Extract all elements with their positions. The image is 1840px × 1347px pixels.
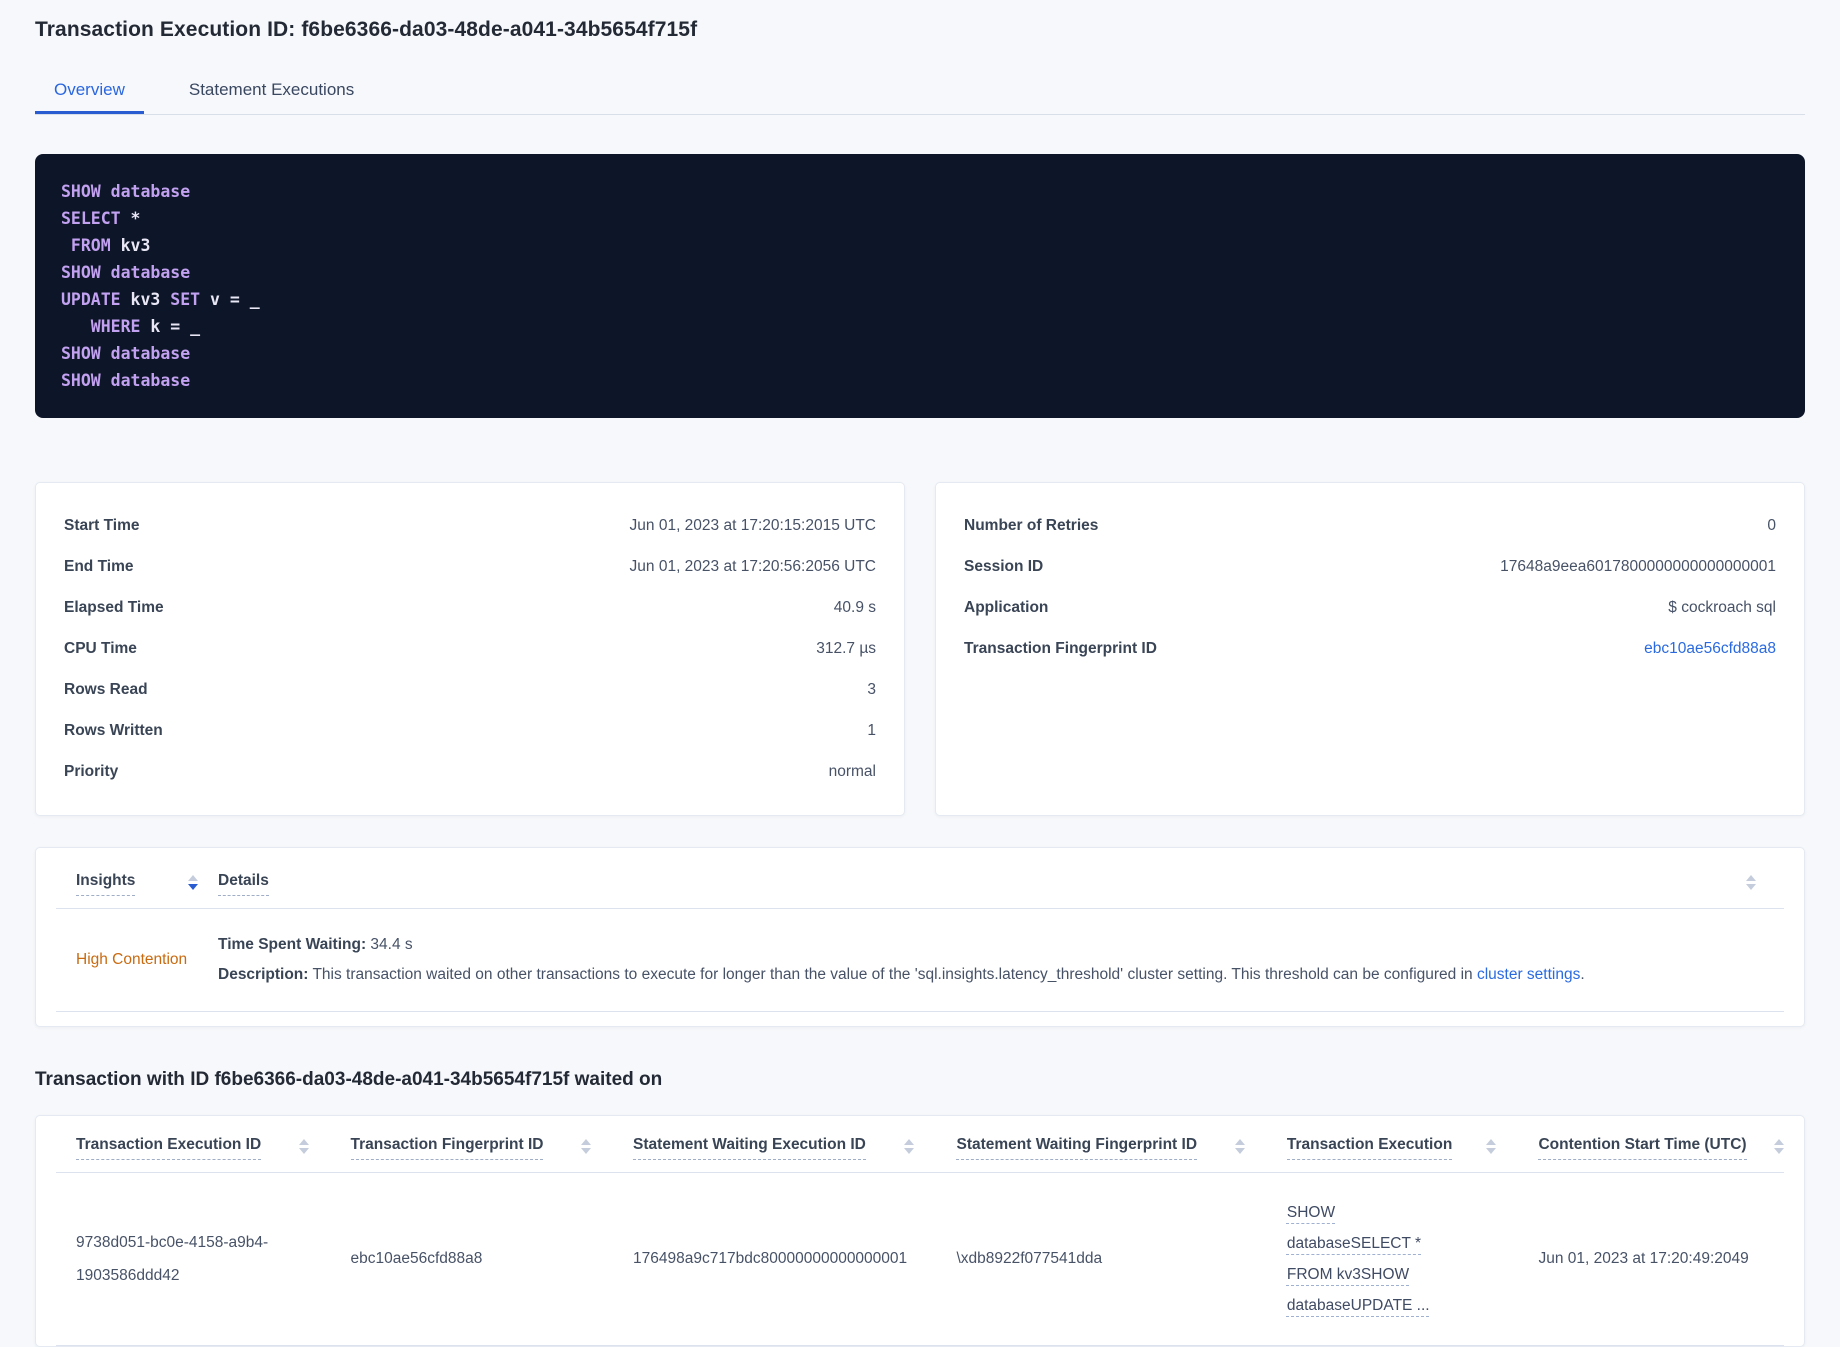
sql-line: SHOW database — [61, 344, 191, 363]
cell-transaction-fingerprint-id: ebc10ae56cfd88a8 — [350, 1250, 483, 1267]
cell-transaction-execution: SHOW databaseSELECT * FROM kv3SHOW datab… — [1267, 1197, 1519, 1321]
kv-value: $ cockroach sql — [1668, 598, 1776, 616]
insight-description: Description: This transaction waited on … — [218, 966, 1585, 983]
divider — [56, 1345, 1784, 1346]
kv-label: Rows Read — [64, 680, 148, 698]
sql-line: SELECT * — [61, 209, 141, 228]
sql-line: UPDATE kv3 SET v = _ — [61, 290, 260, 309]
page-title: Transaction Execution ID: f6be6366-da03-… — [35, 18, 698, 41]
session-summary-card: Number of Retries 0 Session ID 17648a9ee… — [935, 482, 1805, 816]
kv-value: 312.7 µs — [816, 639, 876, 657]
insights-column-label: Insights — [76, 872, 136, 896]
sql-statements-box: SHOW database SELECT * FROM kv3 SHOW dat… — [35, 154, 1805, 418]
column-label: Statement Waiting Execution ID — [633, 1136, 866, 1160]
transaction-fingerprint-id-link[interactable]: ebc10ae56cfd88a8 — [1644, 640, 1776, 658]
kv-label: Transaction Fingerprint ID — [964, 639, 1157, 657]
col-header-statement-waiting-execution-id[interactable]: Statement Waiting Execution ID — [613, 1136, 936, 1160]
insights-table-header: Insights Details — [56, 848, 1784, 908]
sort-icon[interactable] — [1774, 1139, 1784, 1154]
cell-transaction-execution-id: 9738d051-bc0e-4158-a9b4-1903586ddd42 — [76, 1234, 269, 1284]
kv-value: Jun 01, 2023 at 17:20:56:2056 UTC — [629, 557, 876, 575]
kv-row-rows-read: Rows Read 3 — [64, 669, 876, 710]
insight-type-cell: High Contention — [56, 951, 198, 969]
insights-card: Insights Details High Contention Time Sp… — [35, 847, 1805, 1027]
kv-label: Elapsed Time — [64, 598, 164, 616]
kv-value: 40.9 s — [833, 598, 876, 616]
column-label: Transaction Fingerprint ID — [350, 1136, 544, 1160]
kv-row-number-of-retries: Number of Retries 0 — [964, 505, 1776, 546]
kv-row-priority: Priority normal — [64, 751, 876, 792]
col-header-contention-start-time[interactable]: Contention Start Time (UTC) — [1518, 1136, 1784, 1160]
transaction-details-page: Transaction Execution ID: f6be6366-da03-… — [0, 0, 1840, 1347]
cell-statement-waiting-fingerprint-id: \xdb8922f077541dda — [956, 1250, 1103, 1267]
tab-bar: Overview Statement Executions — [35, 68, 1805, 115]
divider — [56, 1011, 1784, 1012]
cell-contention-start-time: Jun 01, 2023 at 17:20:49:2049 — [1538, 1250, 1749, 1267]
transaction-execution-link[interactable]: SHOW databaseSELECT * FROM kv3SHOW datab… — [1287, 1197, 1455, 1321]
execution-summary-card: Start Time Jun 01, 2023 at 17:20:15:2015… — [35, 482, 905, 816]
column-label: Transaction Execution — [1286, 1136, 1453, 1160]
insight-row: High Contention Time Spent Waiting: 34.4… — [56, 909, 1784, 1011]
details-column-label: Details — [218, 872, 269, 896]
kv-row-elapsed-time: Elapsed Time 40.9 s — [64, 587, 876, 628]
kv-row-end-time: End Time Jun 01, 2023 at 17:20:56:2056 U… — [64, 546, 876, 587]
column-label: Contention Start Time (UTC) — [1538, 1136, 1747, 1160]
insights-column-header[interactable]: Insights — [56, 872, 198, 896]
kv-label: Priority — [64, 762, 119, 780]
kv-value: Jun 01, 2023 at 17:20:15:2015 UTC — [629, 516, 876, 534]
sort-icon[interactable] — [904, 1139, 915, 1154]
tab-overview[interactable]: Overview — [35, 68, 144, 114]
col-header-transaction-fingerprint-id[interactable]: Transaction Fingerprint ID — [331, 1136, 614, 1160]
sql-line: FROM kv3 — [61, 236, 151, 255]
kv-value: 1 — [867, 721, 876, 739]
sort-icon[interactable] — [1746, 875, 1756, 890]
kv-value: 0 — [1767, 516, 1776, 534]
sort-icon[interactable] — [581, 1139, 592, 1154]
waited-table-row: 9738d051-bc0e-4158-a9b4-1903586ddd42 ebc… — [56, 1173, 1784, 1345]
sort-icon[interactable] — [1486, 1139, 1497, 1154]
high-contention-badge: High Contention — [76, 951, 188, 968]
kv-label: CPU Time — [64, 639, 137, 657]
sql-line: SHOW database — [61, 182, 191, 201]
cell-statement-waiting-execution-id: 176498a9c717bdc80000000000000001 — [633, 1250, 908, 1267]
kv-label: Number of Retries — [964, 516, 1099, 534]
time-spent-waiting: Time Spent Waiting: 34.4 s — [218, 936, 413, 953]
kv-label: Start Time — [64, 516, 140, 534]
col-header-statement-waiting-fingerprint-id[interactable]: Statement Waiting Fingerprint ID — [936, 1136, 1266, 1160]
kv-row-cpu-time: CPU Time 312.7 µs — [64, 628, 876, 669]
tab-statement-executions-label: Statement Executions — [188, 79, 355, 99]
kv-value: normal — [828, 762, 876, 780]
tab-statement-executions[interactable]: Statement Executions — [170, 68, 373, 114]
waited-on-table-card: Transaction Execution ID Transaction Fin… — [35, 1115, 1805, 1347]
tab-overview-label: Overview — [54, 79, 125, 99]
kv-value: 17648a9eea6017800000000000000001 — [1500, 557, 1776, 575]
kv-row-start-time: Start Time Jun 01, 2023 at 17:20:15:2015… — [64, 505, 876, 546]
cluster-settings-link[interactable]: cluster settings — [1477, 966, 1580, 983]
kv-value: 3 — [867, 680, 876, 698]
col-header-transaction-execution[interactable]: Transaction Execution — [1267, 1136, 1519, 1160]
sort-desc-icon[interactable] — [188, 875, 198, 890]
insight-details-cell: Time Spent Waiting: 34.4 s Description: … — [198, 930, 1784, 990]
details-column-header[interactable]: Details — [198, 872, 1784, 896]
col-header-transaction-execution-id[interactable]: Transaction Execution ID — [56, 1136, 331, 1160]
sql-line: SHOW database — [61, 263, 191, 282]
sql-line: WHERE k = _ — [61, 317, 201, 336]
kv-label: Rows Written — [64, 721, 163, 739]
waited-table-header: Transaction Execution ID Transaction Fin… — [56, 1116, 1784, 1172]
column-label: Statement Waiting Fingerprint ID — [956, 1136, 1198, 1160]
kv-label: Session ID — [964, 557, 1044, 575]
kv-row-rows-written: Rows Written 1 — [64, 710, 876, 751]
kv-label: End Time — [64, 557, 134, 575]
sort-icon[interactable] — [1234, 1139, 1245, 1154]
kv-row-application: Application $ cockroach sql — [964, 587, 1776, 628]
sort-icon[interactable] — [298, 1139, 309, 1154]
waited-on-heading: Transaction with ID f6be6366-da03-48de-a… — [35, 1069, 663, 1090]
sql-line: SHOW database — [61, 371, 191, 390]
kv-row-session-id: Session ID 17648a9eea6017800000000000000… — [964, 546, 1776, 587]
summary-cards-row: Start Time Jun 01, 2023 at 17:20:15:2015… — [35, 482, 1805, 816]
column-label: Transaction Execution ID — [76, 1136, 262, 1160]
kv-row-transaction-fingerprint-id: Transaction Fingerprint ID ebc10ae56cfd8… — [964, 628, 1776, 669]
kv-label: Application — [964, 598, 1049, 616]
